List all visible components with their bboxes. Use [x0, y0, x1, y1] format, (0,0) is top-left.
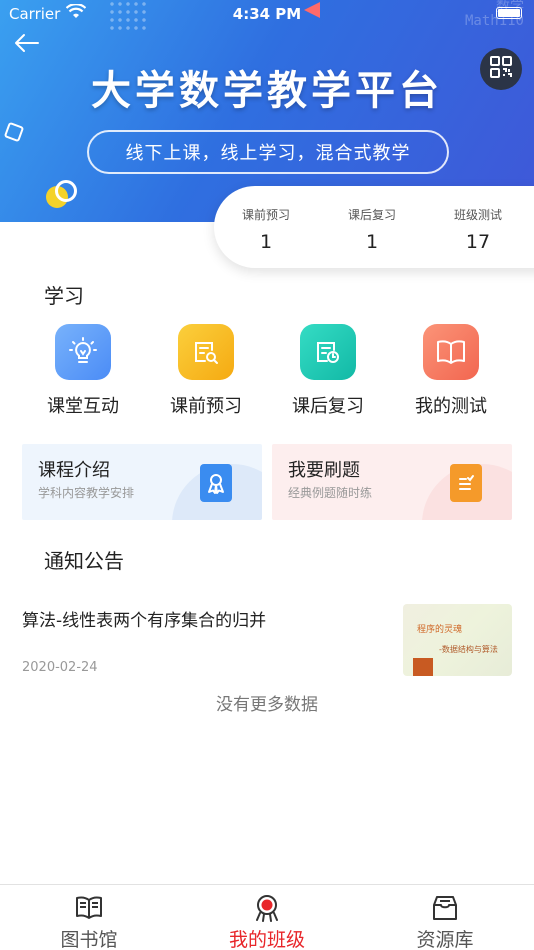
- stat-review[interactable]: 课后复习 1: [332, 206, 412, 253]
- tab-label: 图书馆: [60, 929, 118, 950]
- practice-questions-card[interactable]: 我要刷题 经典例题随时练: [272, 444, 512, 520]
- battery-icon: [496, 7, 522, 19]
- tab-bar: 图书馆 我的班级 资源库: [0, 884, 534, 950]
- stat-label: 课前预习: [241, 208, 290, 222]
- feature-label: 课堂互动: [47, 396, 119, 417]
- thumbnail-text-1: 程序的灵魂: [417, 625, 463, 635]
- tab-resource[interactable]: 资源库: [385, 893, 505, 950]
- notice-title: 算法-线性表两个有序集合的归并: [22, 611, 267, 631]
- feature-label: 课后复习: [292, 396, 364, 417]
- award-badge-icon: [200, 464, 232, 502]
- checklist-icon: [450, 464, 482, 502]
- banner-subtitle: 线下上课，线上学习，混合式教学: [87, 130, 449, 174]
- stat-preview[interactable]: 课前预习 1: [226, 206, 306, 253]
- card-title: 课程介绍: [38, 460, 110, 481]
- back-arrow-icon[interactable]: [12, 30, 42, 56]
- stat-value: 1: [365, 231, 379, 253]
- feature-my-tests[interactable]: 我的测试: [401, 324, 501, 418]
- stat-value: 17: [465, 231, 491, 253]
- qr-code-icon: [490, 56, 512, 82]
- stat-class-test[interactable]: 班级测试 17: [438, 206, 518, 253]
- library-book-icon: [29, 893, 149, 923]
- feature-classroom-interaction[interactable]: 课堂互动: [33, 324, 133, 418]
- status-time: 4:34 PM: [232, 5, 302, 23]
- study-section-title: 学习: [44, 284, 84, 308]
- review-clock-icon: [300, 324, 356, 380]
- my-class-icon: [207, 893, 327, 923]
- preview-search-icon: [178, 324, 234, 380]
- tab-library[interactable]: 图书馆: [29, 893, 149, 950]
- feature-label: 课前预习: [170, 396, 242, 417]
- tab-label: 我的班级: [228, 929, 305, 950]
- banner-hexagon-decoration: [3, 121, 25, 143]
- tab-my-class[interactable]: 我的班级: [207, 893, 327, 950]
- notice-item[interactable]: 算法-线性表两个有序集合的归并 2020-02-24 程序的灵魂 -数据结构与算…: [22, 604, 512, 676]
- stat-value: 1: [259, 231, 273, 253]
- card-subtitle: 经典例题随时练: [288, 486, 373, 500]
- open-book-icon: [423, 324, 479, 380]
- stat-label: 课后复习: [347, 208, 396, 222]
- no-more-data-label: 没有更多数据: [216, 695, 318, 715]
- feature-label: 我的测试: [415, 396, 487, 417]
- thumbnail-text-2: -数据结构与算法: [439, 645, 498, 654]
- card-subtitle: 学科内容教学安排: [38, 486, 135, 500]
- qr-code-button[interactable]: [480, 48, 522, 90]
- thumbnail-decoration: [413, 658, 433, 676]
- resource-box-icon: [385, 893, 505, 923]
- notice-section-title: 通知公告: [44, 549, 124, 573]
- feature-review[interactable]: 课后复习: [278, 324, 378, 418]
- tab-label: 资源库: [416, 929, 474, 950]
- stat-label: 班级测试: [453, 208, 502, 222]
- banner-title: 大学数学教学平台: [91, 68, 443, 114]
- notice-date: 2020-02-24: [22, 660, 98, 675]
- banner-ring-decoration: [55, 180, 77, 202]
- lightbulb-icon: [55, 324, 111, 380]
- status-bar: Carrier 4:34 PM: [0, 0, 534, 28]
- feature-preview[interactable]: 课前预习: [156, 324, 256, 418]
- card-title: 我要刷题: [288, 460, 360, 481]
- course-intro-card[interactable]: 课程介绍 学科内容教学安排: [22, 444, 262, 520]
- notice-thumbnail: 程序的灵魂 -数据结构与算法: [403, 604, 512, 676]
- stats-card: 课前预习 1 课后复习 1 班级测试 17: [214, 186, 534, 268]
